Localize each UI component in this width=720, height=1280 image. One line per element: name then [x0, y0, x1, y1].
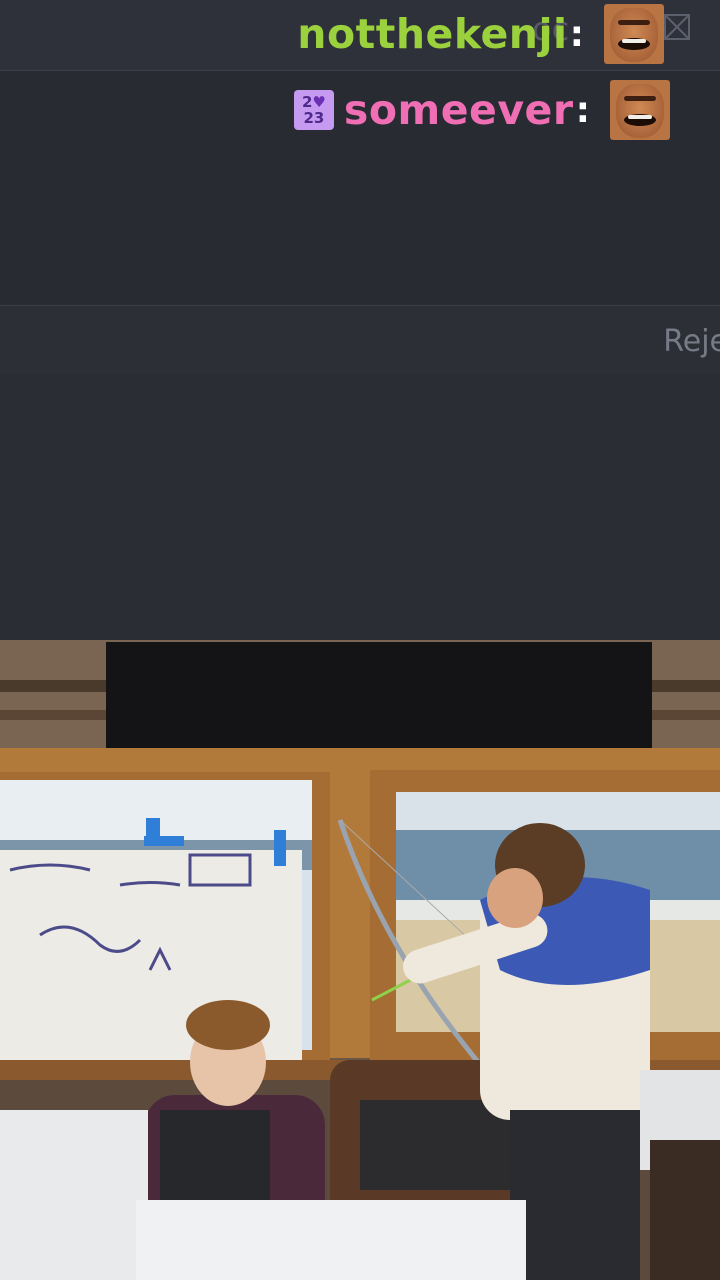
reject-button[interactable]: Reje	[663, 324, 720, 359]
chat-panel: oc notthekenji : 2♥ 23 someever : Reje	[0, 0, 720, 640]
chat-message: 2♥ 23 someever :	[293, 78, 670, 142]
chat-username[interactable]: notthekenji	[297, 10, 567, 58]
chat-area: 2♥ 23 someever :	[0, 71, 720, 304]
close-icon[interactable]	[664, 14, 690, 40]
sub-badge-icon: 2♥ 23	[293, 90, 334, 130]
stream-video[interactable]	[0, 640, 720, 1280]
laughing-man-emote-icon	[604, 4, 664, 64]
action-strip: Reje	[0, 305, 720, 375]
chat-username[interactable]: someever	[344, 86, 574, 134]
chat-message: notthekenji :	[297, 4, 664, 64]
chat-separator: :	[569, 13, 584, 55]
chat-empty-area	[0, 374, 720, 640]
video-frame	[0, 640, 720, 1280]
tv-screen	[106, 642, 652, 758]
chat-message-row: oc notthekenji :	[0, 0, 720, 71]
chat-separator: :	[575, 89, 590, 131]
laughing-man-emote-icon	[610, 80, 670, 140]
